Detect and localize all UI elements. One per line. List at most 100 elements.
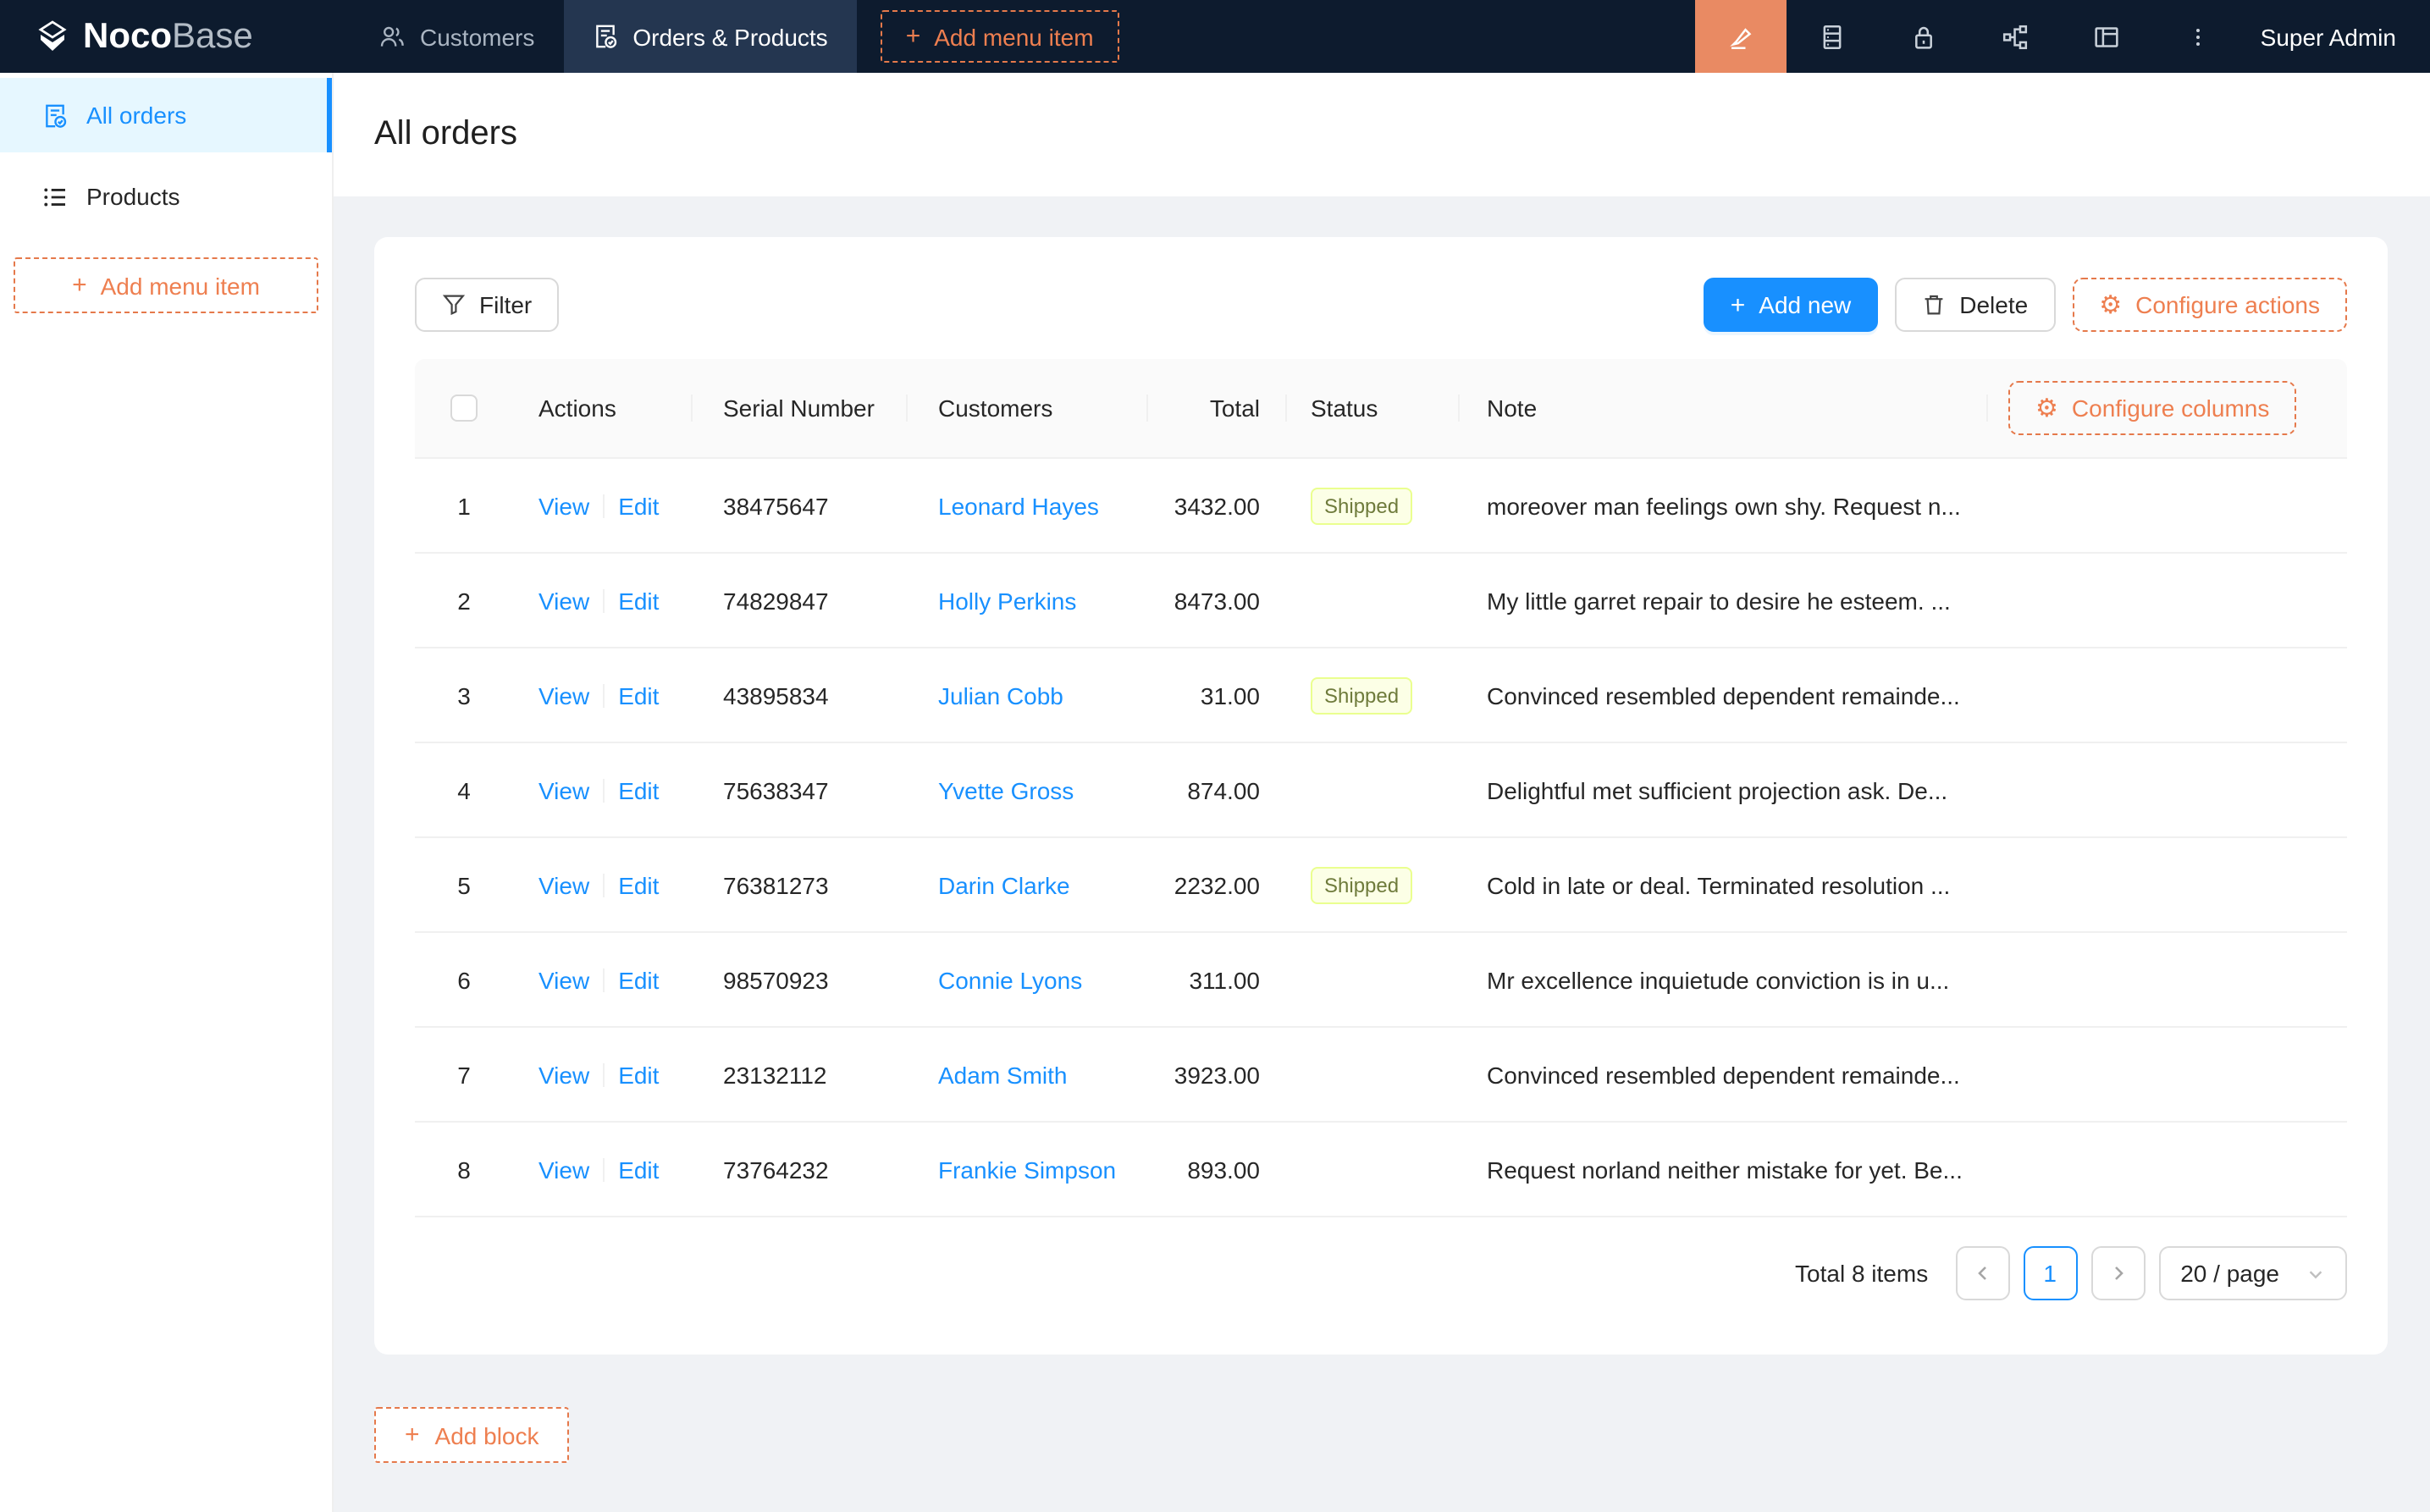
note-cell: Delightful met sufficient projection ask… [1460, 776, 1988, 803]
sidebar-item-products[interactable]: Products [0, 159, 332, 234]
table-row[interactable]: 8 View Edit 73764232 Frankie Simpson 893… [415, 1123, 2347, 1217]
chevron-left-icon [1972, 1263, 1992, 1283]
customer-link[interactable]: Connie Lyons [938, 966, 1082, 993]
user-menu[interactable]: Super Admin [2244, 0, 2430, 73]
sidebar-item-label: All orders [86, 102, 186, 129]
edit-link[interactable]: Edit [618, 871, 659, 898]
action-divider [603, 968, 605, 991]
page-title: All orders [374, 115, 517, 154]
table-row[interactable]: 1 View Edit 38475647 Leonard Hayes 3432.… [415, 459, 2347, 554]
add-block-button[interactable]: + Add block [374, 1407, 570, 1463]
file-done-icon [592, 24, 617, 49]
customer-link[interactable]: Leonard Hayes [938, 492, 1099, 519]
navbar-item-customers[interactable]: Customers [351, 0, 563, 73]
view-link[interactable]: View [538, 1061, 589, 1088]
ui-editor-button[interactable] [1695, 0, 1787, 73]
view-link[interactable]: View [538, 776, 589, 803]
view-link[interactable]: View [538, 682, 589, 709]
chevron-down-icon [2306, 1264, 2325, 1283]
action-divider [603, 1062, 605, 1086]
customer-link[interactable]: Holly Perkins [938, 587, 1076, 614]
plus-icon: + [405, 1422, 420, 1448]
row-actions: View Edit [513, 492, 693, 519]
layout-button[interactable] [2061, 0, 2152, 73]
configure-actions-button[interactable]: ⚙︎ Configure actions [2072, 278, 2347, 332]
edit-link[interactable]: Edit [618, 1061, 659, 1088]
column-header-total: Total [1148, 395, 1287, 422]
serial-number-cell: 74829847 [693, 587, 908, 614]
action-divider [603, 1157, 605, 1181]
note-cell: Convinced resembled dependent remainde..… [1460, 1061, 1988, 1088]
row-actions: View Edit [513, 871, 693, 898]
configure-columns-button[interactable]: ⚙︎ Configure columns [2008, 381, 2296, 435]
edit-link[interactable]: Edit [618, 1156, 659, 1183]
next-page-button[interactable] [2090, 1246, 2145, 1300]
edit-link[interactable]: Edit [618, 966, 659, 993]
database-button[interactable] [1787, 0, 1878, 73]
add-new-button[interactable]: + Add new [1704, 278, 1879, 332]
edit-link[interactable]: Edit [618, 682, 659, 709]
delete-button[interactable]: Delete [1895, 278, 2055, 332]
customer-link[interactable]: Julian Cobb [938, 682, 1063, 709]
row-actions: View Edit [513, 587, 693, 614]
column-header-customers: Customers [908, 395, 1148, 422]
configure-columns-cell: ⚙︎ Configure columns [1988, 381, 2347, 435]
customer-cell: Connie Lyons [908, 966, 1148, 993]
customer-link[interactable]: Frankie Simpson [938, 1156, 1116, 1183]
row-actions: View Edit [513, 966, 693, 993]
customer-link[interactable]: Adam Smith [938, 1061, 1068, 1088]
action-divider [603, 683, 605, 707]
trash-icon [1922, 293, 1946, 317]
orders-table: Actions Serial Number Customers Total St… [415, 359, 2347, 1217]
view-link[interactable]: View [538, 871, 589, 898]
toolbar-actions: + Add new Delete ⚙︎ [1704, 278, 2347, 332]
select-all-checkbox[interactable] [450, 395, 478, 422]
layout-icon [2093, 23, 2120, 50]
column-header-note: Note [1460, 395, 1988, 422]
customer-cell: Darin Clarke [908, 871, 1148, 898]
table-row[interactable]: 7 View Edit 23132112 Adam Smith 3923.00 … [415, 1028, 2347, 1123]
page-size-select[interactable]: 20 / page [2158, 1246, 2347, 1300]
customer-link[interactable]: Darin Clarke [938, 871, 1070, 898]
table-row[interactable]: 5 View Edit 76381273 Darin Clarke 2232.0… [415, 838, 2347, 933]
table-row[interactable]: 3 View Edit 43895834 Julian Cobb 31.00 S… [415, 648, 2347, 743]
serial-number-cell: 23132112 [693, 1061, 908, 1088]
table-row[interactable]: 4 View Edit 75638347 Yvette Gross 874.00… [415, 743, 2347, 838]
customer-link[interactable]: Yvette Gross [938, 776, 1074, 803]
customer-cell: Leonard Hayes [908, 492, 1148, 519]
previous-page-button[interactable] [1955, 1246, 2009, 1300]
sidebar-item-all-orders[interactable]: All orders [0, 78, 332, 152]
note-cell: Convinced resembled dependent remainde..… [1460, 682, 1988, 709]
api-button[interactable] [1969, 0, 2061, 73]
edit-link[interactable]: Edit [618, 492, 659, 519]
serial-number-cell: 75638347 [693, 776, 908, 803]
navbar-add-menu-item-button[interactable]: + Add menu item [881, 10, 1119, 63]
table-row[interactable]: 2 View Edit 74829847 Holly Perkins 8473.… [415, 554, 2347, 648]
navbar-item-label: Orders & Products [632, 23, 827, 50]
page-number-button[interactable]: 1 [2023, 1246, 2077, 1300]
customer-cell: Holly Perkins [908, 587, 1148, 614]
filter-button[interactable]: Filter [415, 278, 559, 332]
view-link[interactable]: View [538, 492, 589, 519]
customer-cell: Julian Cobb [908, 682, 1148, 709]
view-link[interactable]: View [538, 1156, 589, 1183]
action-divider [603, 873, 605, 897]
column-header-actions: Actions [513, 395, 693, 422]
edit-link[interactable]: Edit [618, 776, 659, 803]
edit-link[interactable]: Edit [618, 587, 659, 614]
lock-button[interactable] [1878, 0, 1969, 73]
more-button[interactable] [2152, 0, 2244, 73]
nocobase-logo[interactable]: NocoBase [0, 0, 334, 73]
view-link[interactable]: View [538, 966, 589, 993]
navbar-item-orders-products[interactable]: Orders & Products [563, 0, 856, 73]
total-cell: 874.00 [1148, 776, 1287, 803]
status-cell: Shipped [1287, 676, 1460, 714]
lock-icon [1910, 23, 1937, 50]
table-row[interactable]: 6 View Edit 98570923 Connie Lyons 311.00… [415, 933, 2347, 1028]
serial-number-cell: 98570923 [693, 966, 908, 993]
view-link[interactable]: View [538, 587, 589, 614]
total-cell: 311.00 [1148, 966, 1287, 993]
database-icon [1819, 23, 1846, 50]
row-index: 6 [415, 966, 513, 993]
sidebar-add-menu-item-button[interactable]: + Add menu item [14, 257, 318, 313]
